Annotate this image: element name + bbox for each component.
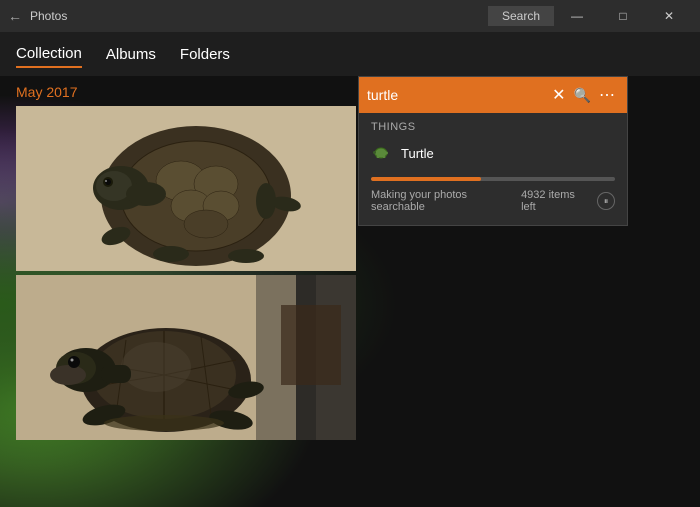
progress-status-text: Making your photos searchable: [371, 189, 521, 213]
back-button[interactable]: ←: [8, 8, 22, 24]
search-result-turtle[interactable]: Turtle: [359, 137, 627, 169]
search-button[interactable]: Search: [488, 6, 554, 26]
progress-status-row: Making your photos searchable 4932 items…: [371, 189, 615, 213]
app-title: Photos: [30, 9, 488, 23]
close-button[interactable]: ✕: [646, 0, 692, 32]
app-window: ← Photos Search — □ ✕ Collection Albums …: [0, 0, 700, 507]
search-submit-button[interactable]: 🔍: [570, 87, 595, 104]
nav-collection[interactable]: Collection: [16, 41, 82, 68]
search-result-label: Turtle: [401, 146, 434, 161]
nav-bar: Collection Albums Folders: [0, 32, 700, 76]
maximize-button[interactable]: □: [600, 0, 646, 32]
search-dropdown: ✕ 🔍 ⋯ THINGS Turtle: [358, 76, 628, 226]
progress-bar-track: [371, 177, 615, 181]
title-bar: ← Photos Search — □ ✕: [0, 0, 700, 32]
photo-item-2[interactable]: [16, 275, 356, 440]
nav-albums[interactable]: Albums: [106, 42, 156, 67]
search-clear-button[interactable]: ✕: [548, 85, 569, 105]
search-input-row: ✕ 🔍 ⋯: [359, 77, 627, 113]
search-input[interactable]: [367, 87, 548, 103]
window-controls: — □ ✕: [554, 0, 692, 32]
progress-pause-button[interactable]: ⏸: [597, 192, 615, 210]
search-more-button[interactable]: ⋯: [595, 85, 619, 105]
progress-count-text: 4932 items left: [521, 189, 591, 213]
search-section-label: THINGS: [359, 113, 627, 137]
photo-item-1[interactable]: [16, 106, 356, 271]
nav-folders[interactable]: Folders: [180, 42, 230, 67]
progress-section: Making your photos searchable 4932 items…: [359, 169, 627, 225]
progress-bar-fill: [371, 177, 481, 181]
minimize-button[interactable]: —: [554, 0, 600, 32]
turtle-icon: [371, 143, 391, 163]
content-area: May 2017: [0, 76, 700, 507]
